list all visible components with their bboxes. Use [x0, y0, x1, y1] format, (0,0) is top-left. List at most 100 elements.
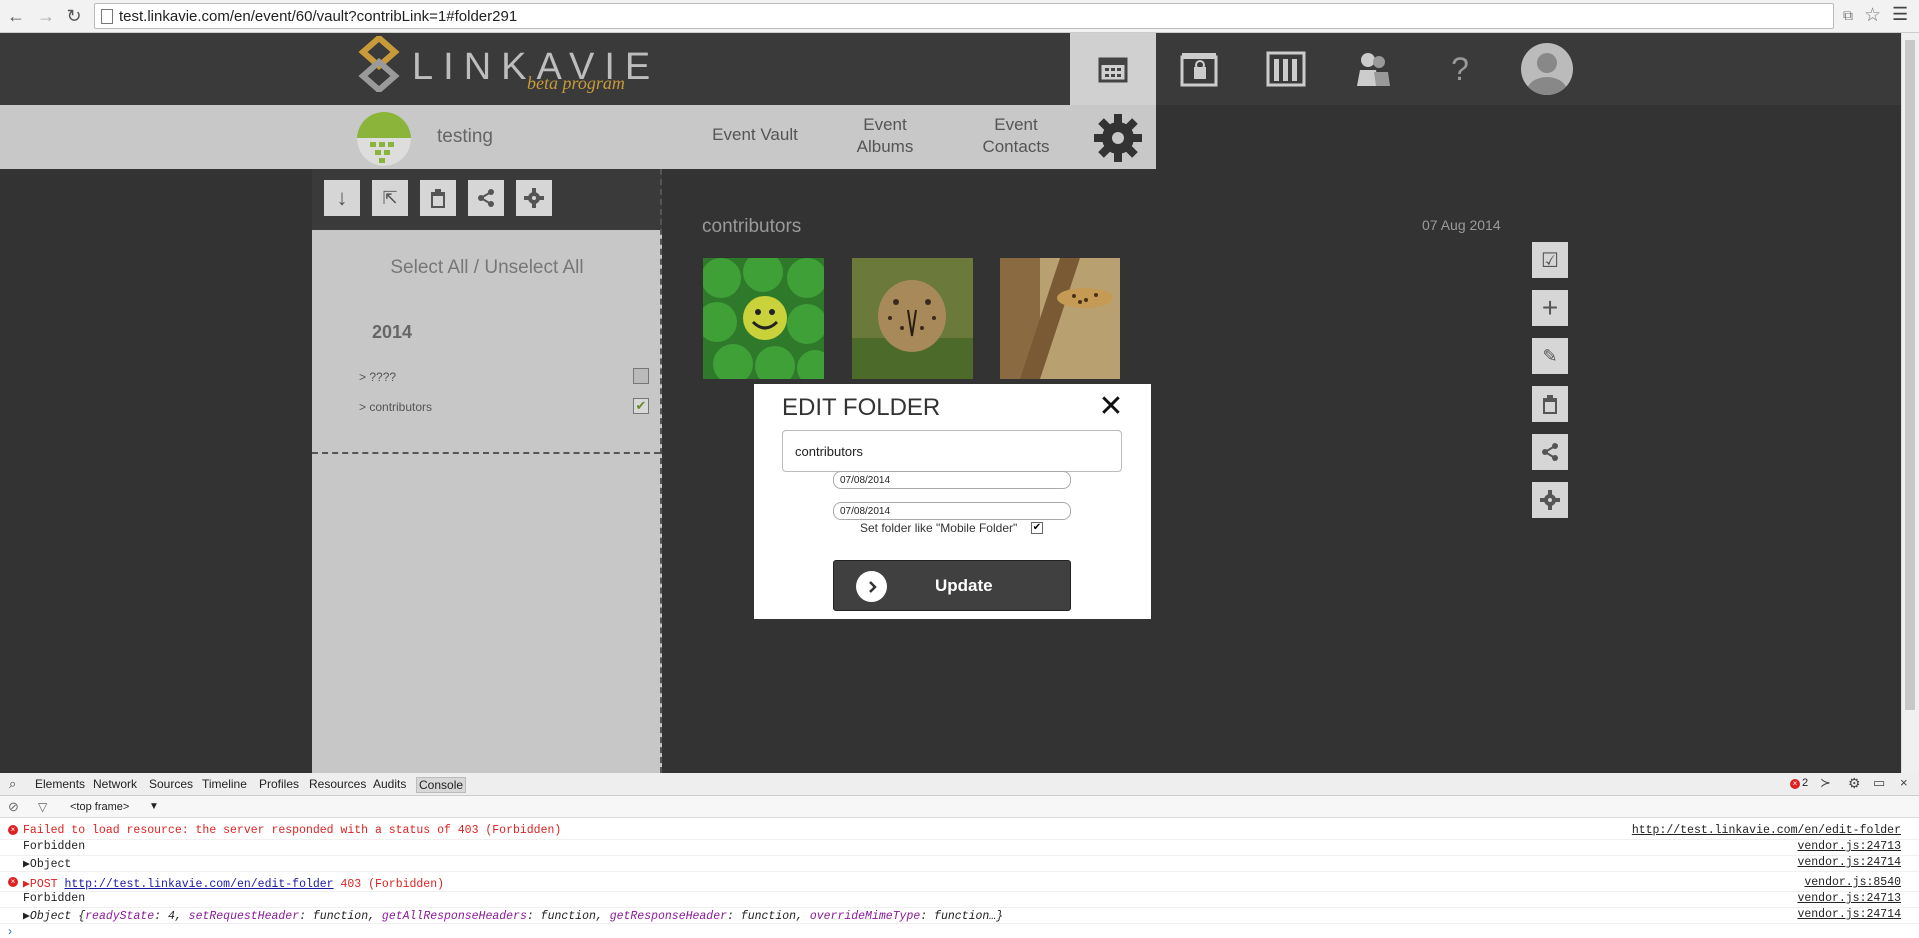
tab-network[interactable]: Network	[93, 777, 137, 791]
event-avatar	[357, 112, 411, 166]
tab-sources[interactable]: Sources	[149, 777, 193, 791]
tab-console[interactable]: Console	[416, 777, 467, 793]
tab-timeline[interactable]: Timeline	[202, 777, 247, 791]
update-label: Update	[935, 576, 993, 595]
tab-profiles[interactable]: Profiles	[259, 777, 299, 791]
devtools-close-icon[interactable]: ×	[1900, 775, 1908, 790]
console-log[interactable]: ▶Object	[23, 856, 71, 871]
help-icon[interactable]: ?	[1417, 33, 1503, 105]
settings-gear-icon[interactable]	[1092, 112, 1144, 164]
edit-export-icon: ⇱	[382, 187, 398, 208]
filter-icon[interactable]: ▽	[38, 800, 47, 814]
nav-albums[interactable]	[1243, 33, 1329, 105]
user-silhouette-icon	[1527, 53, 1567, 95]
photo-thumbnail[interactable]	[852, 258, 973, 379]
end-date-input[interactable]	[833, 502, 1071, 520]
drawer-toggle-icon[interactable]: ≻	[1820, 775, 1831, 791]
folder-item-contributors[interactable]: > contributors	[359, 400, 432, 414]
folder-settings-button[interactable]	[1532, 482, 1568, 518]
start-date-input[interactable]	[833, 471, 1071, 489]
log-prefix[interactable]: ▶POST	[23, 878, 64, 891]
event-name: testing	[437, 126, 493, 147]
nav-contacts[interactable]	[1330, 33, 1416, 105]
console-log: ▶POST http://test.linkavie.com/en/edit-f…	[23, 876, 444, 891]
clear-console-icon[interactable]: ⊘	[8, 799, 19, 815]
modal-title: EDIT FOLDER	[782, 394, 941, 421]
share-icon	[1542, 443, 1558, 461]
subnav-albums-line1: Event	[863, 115, 907, 134]
delete-folder-button[interactable]	[1532, 386, 1568, 422]
log-url-link[interactable]: http://test.linkavie.com/en/edit-folder	[64, 878, 333, 891]
log-source-link[interactable]: vendor.js:24713	[1797, 840, 1901, 853]
folder-name-input[interactable]	[782, 430, 1122, 472]
subheader-filler	[1156, 105, 1901, 169]
tab-audits[interactable]: Audits	[373, 777, 406, 791]
select-mode-button[interactable]: ☑	[1532, 242, 1568, 278]
nav-photo-vault[interactable]	[1156, 33, 1242, 105]
log-source-link[interactable]: vendor.js:8540	[1804, 876, 1901, 889]
log-suffix: 403 (Forbidden)	[333, 878, 445, 891]
photo-thumbnail[interactable]	[703, 258, 824, 379]
console-log: Failed to load resource: the server resp…	[23, 824, 562, 837]
sidebar-settings-button[interactable]	[516, 180, 552, 216]
address-bar[interactable]: test.linkavie.com/en/event/60/vault?cont…	[94, 3, 1834, 29]
subnav-event-albums[interactable]: Event Albums	[835, 114, 935, 158]
inspect-search-icon[interactable]: ⌕	[9, 776, 16, 792]
object-value: : function…}	[920, 910, 1004, 923]
frame-dropdown-icon[interactable]: ▼	[149, 801, 159, 812]
devtools-settings-icon[interactable]: ⚙	[1848, 775, 1861, 792]
translate-icon[interactable]: ⧉	[1843, 7, 1853, 24]
log-separator	[0, 871, 1919, 872]
console-object-log[interactable]: ▶Object {readyState: 4, setRequestHeader…	[23, 908, 1003, 923]
folder-checkbox-unnamed[interactable]	[633, 368, 649, 384]
log-separator	[0, 839, 1919, 840]
smileys-image	[703, 258, 824, 379]
menu-icon[interactable]: ☰	[1892, 4, 1908, 25]
profile-avatar[interactable]	[1521, 43, 1573, 95]
photo-lock-icon	[1180, 53, 1218, 87]
log-source-link[interactable]: vendor.js:24714	[1797, 856, 1901, 869]
checkbox-icon: ☑	[1541, 249, 1559, 272]
log-source-link[interactable]: http://test.linkavie.com/en/edit-folder	[1632, 824, 1901, 837]
nav-calendar[interactable]	[1070, 33, 1156, 105]
console-filterbar	[0, 796, 1919, 818]
users-icon	[1357, 53, 1390, 86]
download-button[interactable]: ↓	[324, 180, 360, 216]
error-count[interactable]: 2	[1802, 777, 1808, 789]
object-value: : function,	[526, 910, 610, 923]
object-key: setRequestHeader	[188, 910, 300, 923]
select-all-toggle[interactable]: Select All / Unselect All	[312, 257, 662, 279]
back-arrow-icon[interactable]: ←	[4, 4, 28, 28]
share-folder-button[interactable]	[1532, 434, 1568, 470]
log-source-link[interactable]: vendor.js:24713	[1797, 892, 1901, 905]
close-icon[interactable]: ✕	[1098, 392, 1124, 422]
share-button[interactable]	[468, 180, 504, 216]
error-icon: ×	[8, 877, 18, 887]
calendar-icon	[1098, 57, 1128, 83]
log-source-link[interactable]: vendor.js:24714	[1797, 908, 1901, 921]
forward-arrow-icon[interactable]: →	[34, 4, 58, 28]
subnav-event-vault[interactable]: Event Vault	[705, 124, 805, 146]
mobile-folder-checkbox[interactable]: ✔	[1031, 522, 1043, 534]
object-value: : function,	[299, 910, 382, 923]
scrollbar-thumb[interactable]	[1905, 40, 1915, 710]
folder-item-unnamed[interactable]: > ????	[359, 370, 396, 384]
edit-folder-button[interactable]: ✎	[1532, 338, 1568, 374]
edit-export-button[interactable]: ⇱	[372, 180, 408, 216]
delete-button[interactable]	[420, 180, 456, 216]
reload-icon[interactable]: ↻	[62, 4, 86, 28]
tab-elements[interactable]: Elements	[35, 777, 85, 791]
event-logo-icon	[357, 138, 411, 166]
dock-icon[interactable]: ▭	[1873, 775, 1885, 791]
frame-select[interactable]: <top frame>	[70, 801, 129, 813]
subnav-event-contacts[interactable]: Event Contacts	[966, 114, 1066, 158]
console-input[interactable]	[22, 924, 1902, 937]
year-heading: 2014	[372, 322, 413, 342]
bookmark-star-icon[interactable]: ☆	[1864, 4, 1881, 27]
photo-thumbnail[interactable]	[1000, 258, 1120, 379]
add-button[interactable]: +	[1532, 290, 1568, 326]
console-prompt-icon: ›	[8, 924, 12, 938]
log-separator	[0, 855, 1919, 856]
folder-checkbox-contributors[interactable]: ✔	[633, 398, 649, 414]
tab-resources[interactable]: Resources	[309, 777, 366, 791]
